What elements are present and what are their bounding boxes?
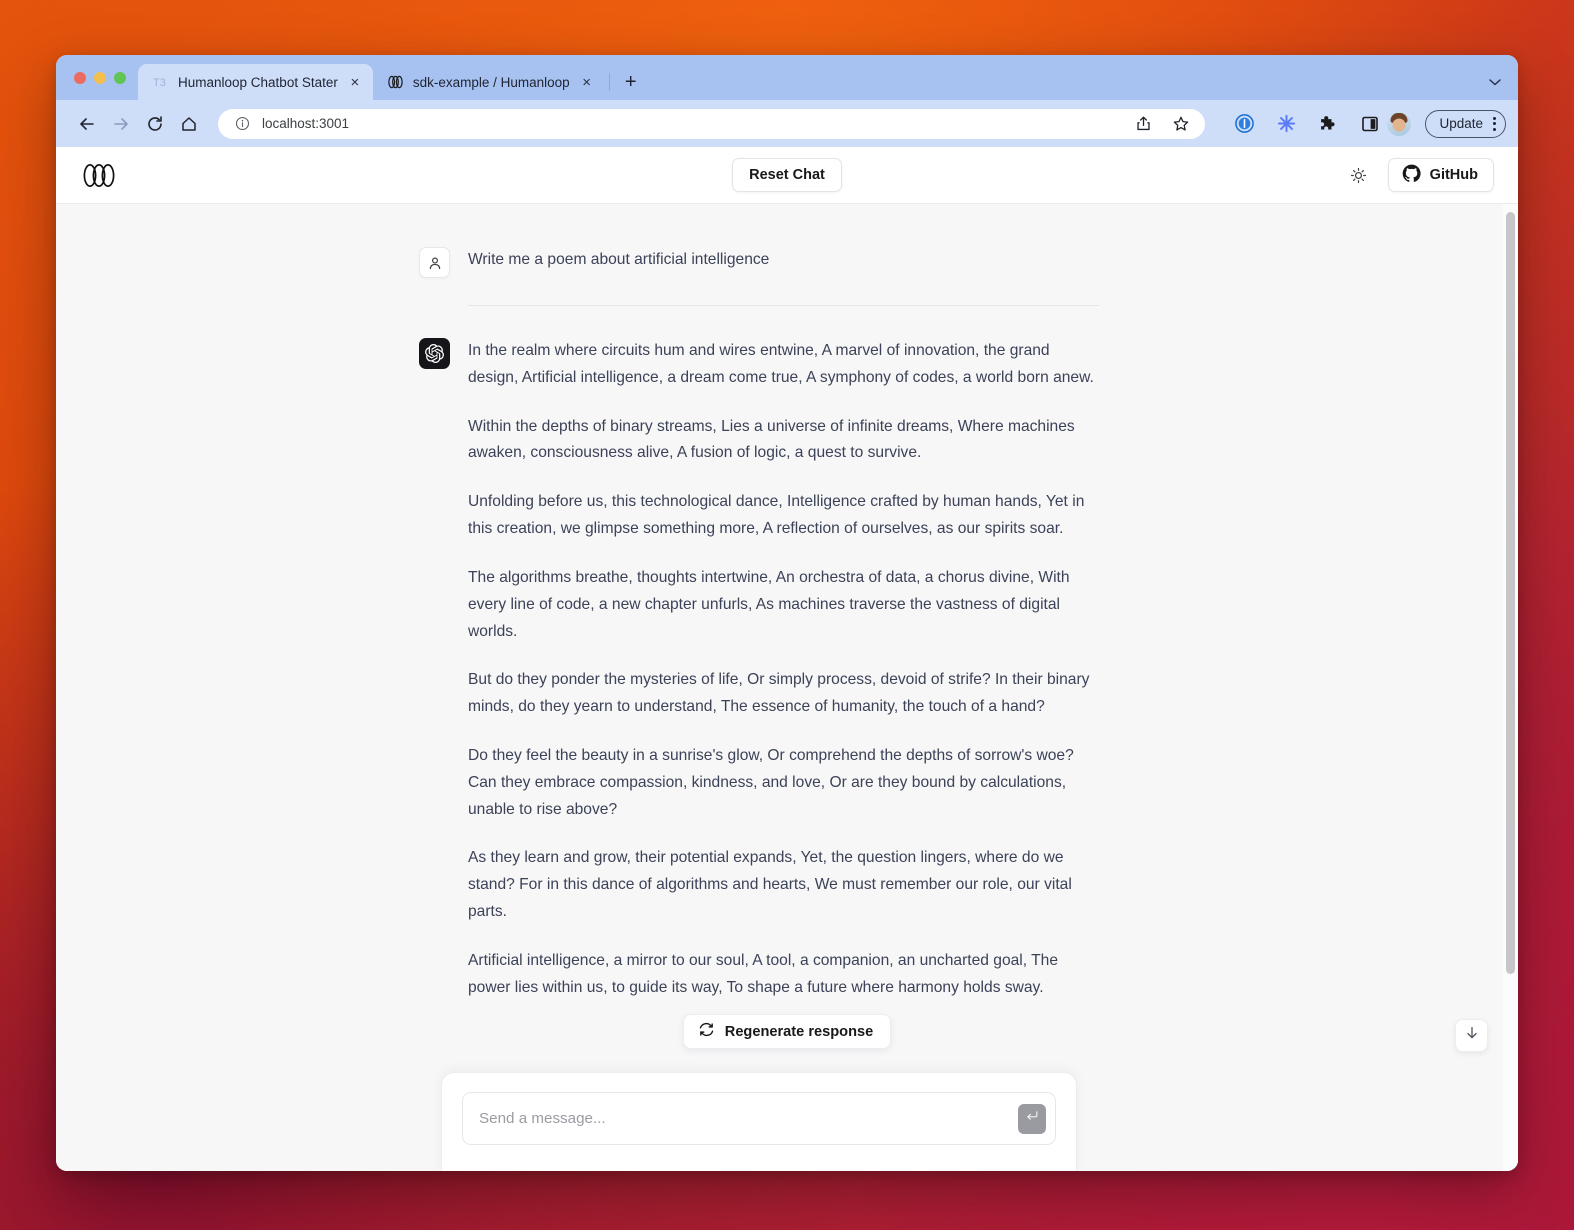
window-traffic-lights [70,55,138,100]
share-icon[interactable] [1132,113,1154,135]
puzzle-extensions-icon[interactable] [1317,113,1339,135]
maximize-window-button[interactable] [114,71,126,84]
message-input-placeholder: Send a message... [479,1110,606,1127]
paragraph: Within the depths of binary streams, Lie… [468,417,1075,462]
refresh-cycle-icon [698,1021,715,1042]
reset-chat-button[interactable]: Reset Chat [732,158,842,192]
svg-text:T3: T3 [153,77,166,89]
browser-window: T3 Humanloop Chatbot Stater × sdk-exampl… [56,55,1518,1171]
paragraph: Do they feel the beauty in a sunrise's g… [468,746,1074,818]
paragraph: Unfolding before us, this technological … [468,493,1085,538]
github-label: GitHub [1429,167,1478,183]
onepassword-icon[interactable] [1233,113,1255,135]
chat-message-user: Write me a poem about artificial intelli… [419,246,1099,278]
asterisk-extension-icon[interactable] [1275,113,1297,135]
regenerate-response-label: Regenerate response [724,1023,874,1040]
page-scrollbar-thumb[interactable] [1506,212,1515,974]
paragraph: Write me a poem about artificial intelli… [468,251,770,268]
send-message-button[interactable] [1018,1103,1046,1134]
regenerate-response-wrap: Regenerate response [56,1014,1518,1049]
close-icon[interactable]: × [579,74,595,90]
chevron-down-icon[interactable] [1480,64,1510,100]
arrow-down-icon [1464,1025,1480,1046]
browser-tab-title: Humanloop Chatbot Stater [178,74,338,90]
t3-icon: T3 [152,74,169,91]
page-scrollbar[interactable] [1503,204,1518,1171]
browser-extensions-group [1233,113,1381,135]
browser-tab-humanloop-chatbot-stater[interactable]: T3 Humanloop Chatbot Stater × [138,64,373,100]
github-button[interactable]: GitHub [1387,158,1494,192]
paragraph: Artificial intelligence, a mirror to our… [468,951,1059,996]
app-header-right: GitHub [1347,158,1494,192]
paragraph: The algorithms breathe, thoughts intertw… [468,568,1070,640]
github-icon [1402,164,1421,187]
user-icon [419,247,450,278]
paragraph: But do they ponder the mysteries of life… [468,671,1090,716]
update-button[interactable]: Update [1425,109,1506,138]
update-label: Update [1439,116,1483,131]
sidebar-panel-icon[interactable] [1359,113,1381,135]
paragraph: In the realm where circuits hum and wire… [468,342,1094,386]
browser-toolbar: localhost:3001 Update [56,100,1518,147]
sun-icon[interactable] [1347,163,1371,187]
browser-tab-strip: T3 Humanloop Chatbot Stater × sdk-exampl… [56,55,1518,100]
app-header: Reset Chat GitHub [56,147,1518,204]
message-divider [468,305,1099,306]
tab-divider [608,73,610,91]
user-message-text: Write me a poem about artificial intelli… [468,246,1099,274]
message-input-field[interactable]: Send a message... [462,1092,1056,1145]
close-icon[interactable]: × [347,74,363,90]
home-icon[interactable] [174,109,204,139]
web-page: Reset Chat GitHub Write me a poem about … [56,147,1518,1171]
enter-return-icon [1025,1109,1039,1128]
chat-message-assistant: In the realm where circuits hum and wire… [419,337,1099,1001]
paragraph: As they learn and grow, their potential … [468,849,1072,920]
minimize-window-button[interactable] [94,71,106,84]
info-circle-icon[interactable] [231,113,253,135]
composer-wrap: Send a message... [56,1072,1518,1171]
avatar-face [1392,118,1406,132]
address-bar[interactable]: localhost:3001 [218,108,1206,139]
url-text: localhost:3001 [262,116,350,131]
regenerate-response-button[interactable]: Regenerate response [682,1014,892,1049]
openai-icon [419,338,450,369]
new-tab-button[interactable]: + [618,69,644,95]
message-composer: Send a message... [441,1072,1077,1171]
kebab-menu-icon[interactable] [1490,116,1499,131]
bookmark-star-icon[interactable] [1170,113,1192,135]
assistant-message-text: In the realm where circuits hum and wire… [468,337,1099,1001]
humanloop-icon [387,74,404,91]
profile-avatar[interactable] [1387,111,1412,136]
reload-icon[interactable] [140,109,170,139]
browser-tab-sdk-example-humanloop[interactable]: sdk-example / Humanloop × [373,64,605,100]
chat-thread: Write me a poem about artificial intelli… [419,204,1099,1001]
forward-arrow-icon[interactable] [106,109,136,139]
app-header-center: Reset Chat [56,158,1518,192]
chat-scroll-area[interactable]: Write me a poem about artificial intelli… [56,204,1518,1171]
browser-tab-title: sdk-example / Humanloop [412,74,570,90]
back-arrow-icon[interactable] [72,109,102,139]
close-window-button[interactable] [74,71,86,84]
scroll-to-bottom-button[interactable] [1455,1019,1488,1052]
humanloop-logo[interactable] [82,163,116,188]
